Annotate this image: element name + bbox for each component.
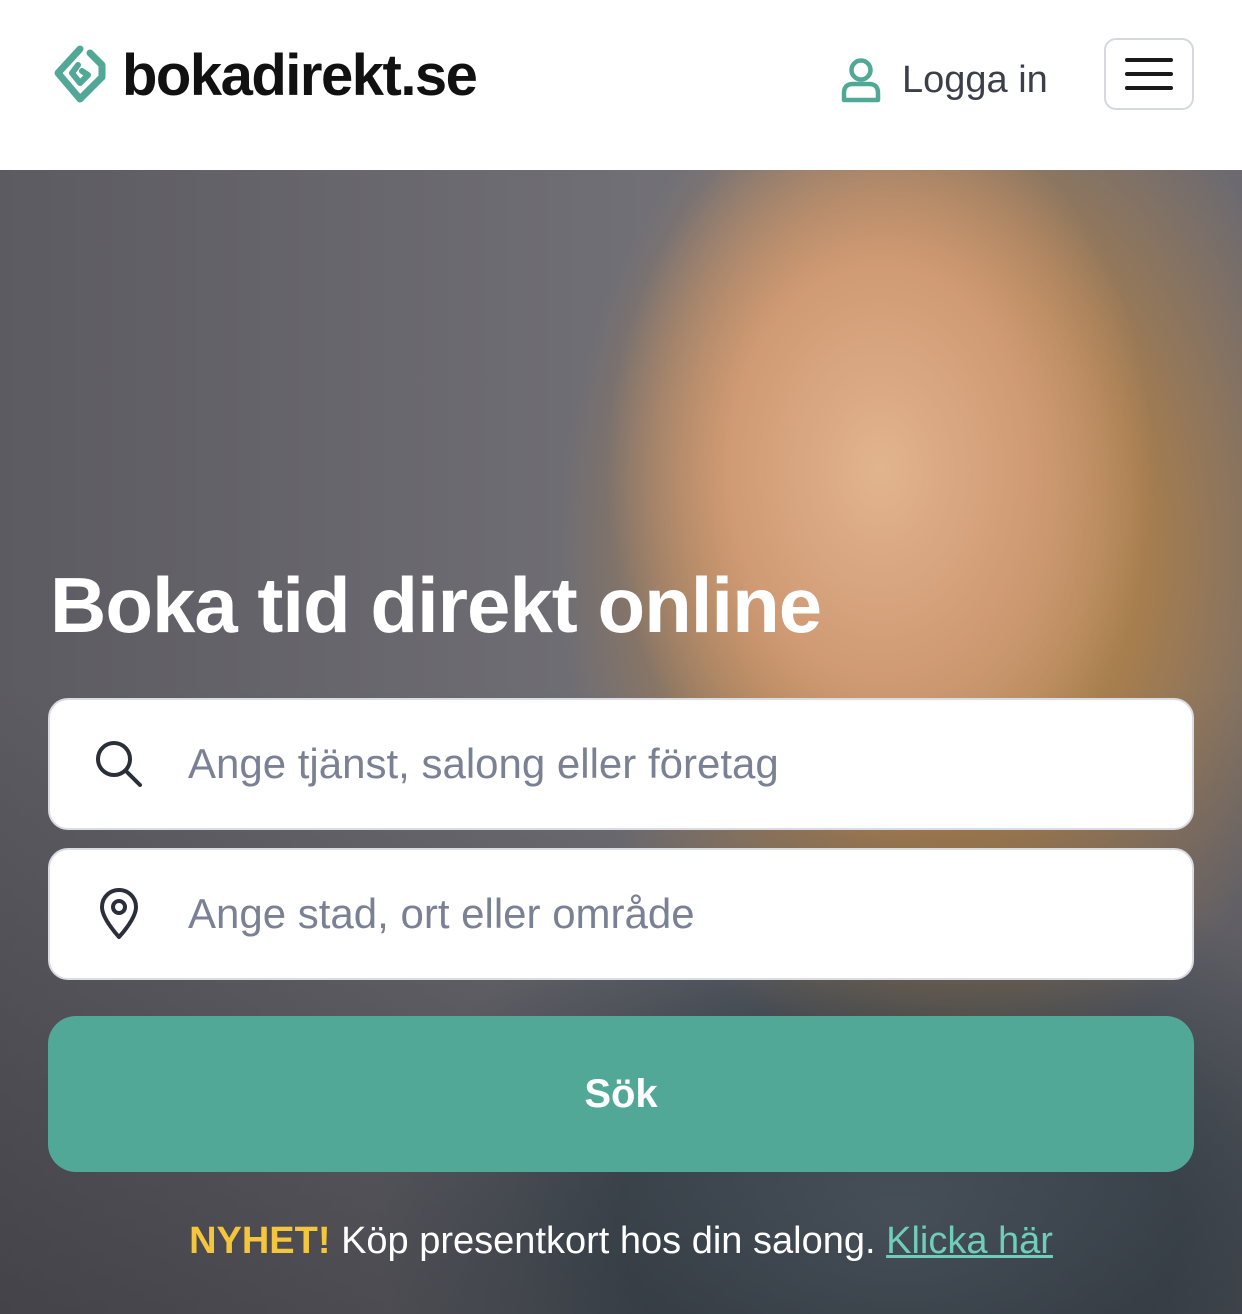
promo-badge: NYHET!	[189, 1220, 331, 1262]
logo[interactable]: bokadirekt.se	[50, 40, 478, 110]
logo-text: bokadirekt.se	[122, 42, 478, 108]
hero-title: Boka tid direkt online	[50, 561, 822, 649]
promo-link[interactable]: Klicka här	[886, 1220, 1053, 1262]
location-pin-icon	[100, 888, 138, 939]
service-search-field[interactable]	[48, 698, 1194, 830]
user-icon	[841, 58, 881, 103]
service-search-input[interactable]	[188, 740, 1148, 788]
logo-mark-icon	[54, 45, 106, 103]
login-label: Logga in	[902, 58, 1048, 101]
search-button-label: Sök	[584, 1071, 658, 1116]
hamburger-icon-line	[1125, 72, 1173, 76]
hamburger-icon-line	[1125, 58, 1173, 62]
search-icon	[96, 741, 142, 787]
promo-text: Köp presentkort hos din salong.	[341, 1220, 876, 1262]
hero-section: Boka tid direkt online Sök NYHET! Köp pr…	[0, 170, 1242, 1314]
login-link[interactable]: Logga in	[840, 50, 1048, 110]
location-search-field[interactable]	[48, 848, 1194, 980]
search-button[interactable]: Sök	[48, 1016, 1194, 1172]
site-header: bokadirekt.se Logga in	[0, 0, 1242, 170]
menu-button[interactable]	[1104, 38, 1194, 110]
hamburger-icon-line	[1125, 86, 1173, 90]
location-search-input[interactable]	[188, 890, 1148, 938]
promo-banner: NYHET! Köp presentkort hos din salong. K…	[0, 1220, 1242, 1263]
